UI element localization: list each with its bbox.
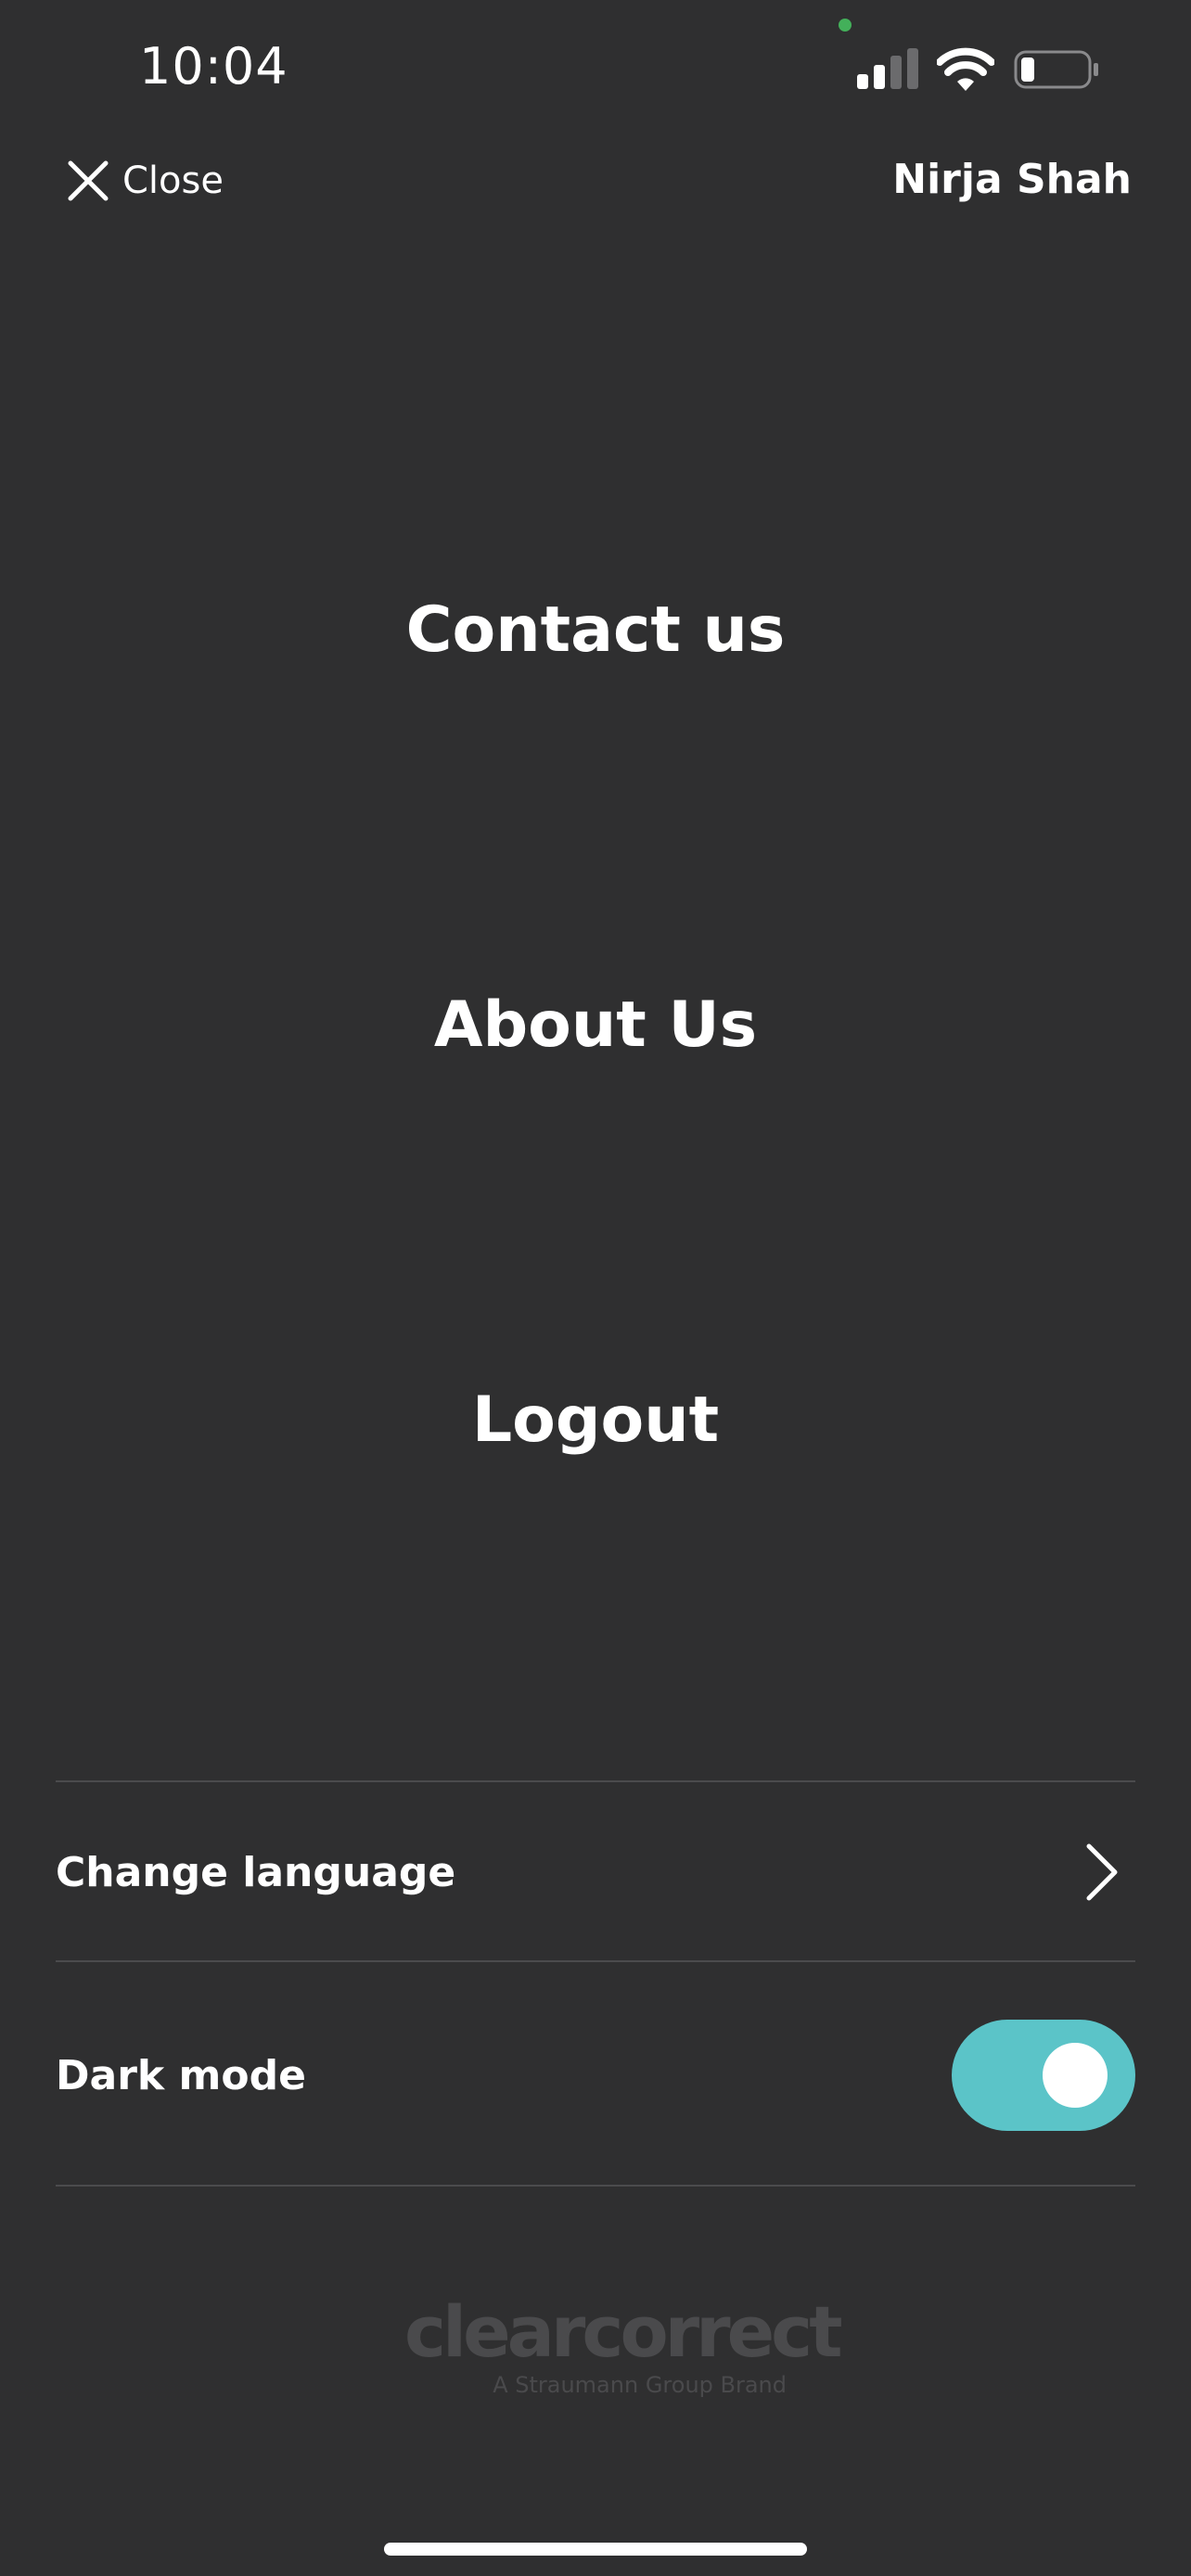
user-name: Nirja Shah [892, 156, 1132, 203]
chevron-right-icon [1086, 1843, 1118, 1901]
menu-item-contact-us[interactable]: Contact us [0, 593, 1191, 667]
signal-bar [874, 65, 885, 89]
change-language-label: Change language [56, 1848, 456, 1896]
menu-item-logout[interactable]: Logout [0, 1384, 1191, 1457]
signal-bar [857, 74, 868, 89]
dark-mode-toggle[interactable] [952, 2020, 1135, 2131]
toggle-knob [1043, 2043, 1108, 2108]
cellular-signal-icon [857, 48, 920, 89]
change-language-row[interactable]: Change language [56, 1784, 1135, 1960]
dark-mode-row: Dark mode [56, 1964, 1135, 2187]
menu-item-about-us[interactable]: About Us [0, 988, 1191, 1062]
camera-in-use-indicator [839, 19, 852, 32]
status-time: 10:04 [139, 37, 288, 96]
divider [56, 1960, 1135, 1962]
home-indicator[interactable] [384, 2543, 807, 2556]
signal-bar [890, 56, 902, 89]
clearcorrect-logo: clearcorrect A Straumann Group Brand [404, 2290, 843, 2402]
dark-mode-label: Dark mode [56, 2051, 306, 2099]
menu-screen: 10:04 Close Nirja Shah Contact us About … [0, 0, 1191, 2576]
battery-icon [1014, 50, 1098, 89]
divider [56, 1780, 1135, 1782]
brand-name: clearcorrect [404, 2290, 843, 2373]
close-label: Close [122, 159, 224, 202]
signal-bar [907, 48, 918, 89]
wifi-icon [937, 47, 994, 91]
close-icon [68, 160, 109, 201]
battery-level-fill [1021, 57, 1034, 82]
close-button[interactable]: Close [67, 158, 224, 204]
divider [56, 2185, 1135, 2187]
brand-tagline: A Straumann Group Brand [493, 2372, 787, 2398]
